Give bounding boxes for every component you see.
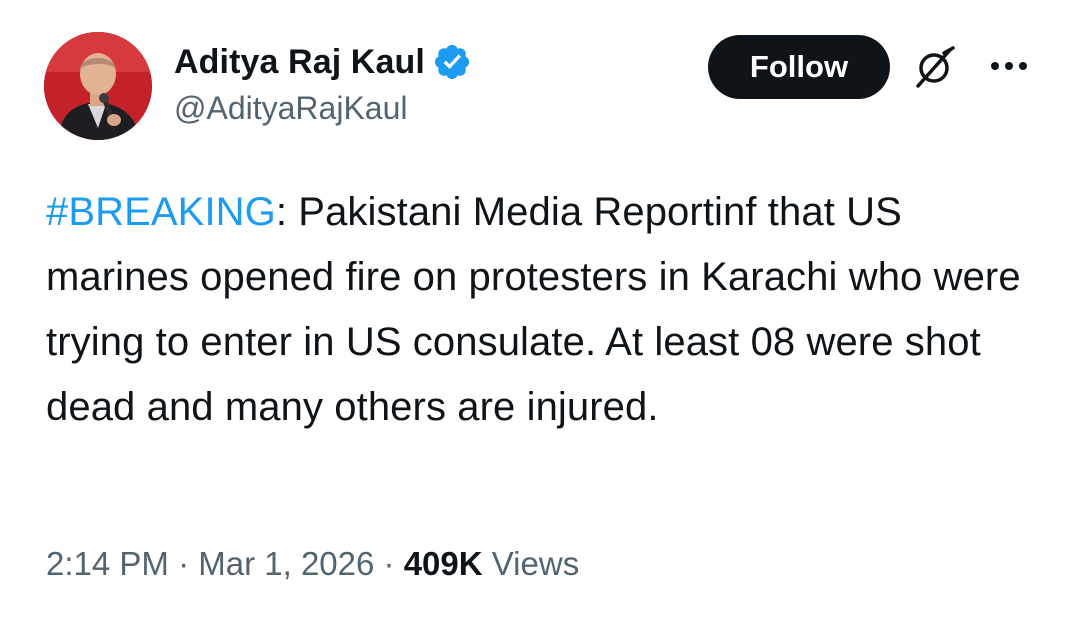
views-label: Views — [491, 545, 580, 582]
tweet-text: #BREAKING: Pakistani Media Reportinf tha… — [46, 180, 1046, 440]
author-handle[interactable]: @AdityaRajKaul — [174, 90, 407, 127]
author-name-row[interactable]: Aditya Raj Kaul — [174, 40, 472, 84]
follow-button[interactable]: Follow — [708, 35, 890, 99]
tweet-card: Aditya Raj Kaul @AdityaRajKaul Follow #B… — [0, 0, 1080, 632]
views-count[interactable]: 409K — [404, 545, 483, 582]
author-display-name[interactable]: Aditya Raj Kaul — [174, 43, 425, 82]
tweet-time[interactable]: 2:14 PM — [46, 545, 169, 582]
hashtag-link[interactable]: #BREAKING — [46, 190, 276, 234]
author-avatar[interactable] — [44, 32, 152, 140]
tweet-meta: 2:14 PM · Mar 1, 2026 · 409K Views — [46, 545, 579, 583]
meta-separator: · — [383, 545, 395, 582]
more-options-icon[interactable] — [985, 50, 1033, 82]
grok-icon[interactable] — [910, 44, 958, 92]
tweet-date[interactable]: Mar 1, 2026 — [198, 545, 374, 582]
avatar-photo-icon — [44, 32, 152, 140]
verified-badge-icon[interactable] — [432, 42, 472, 82]
meta-separator: · — [178, 545, 190, 582]
